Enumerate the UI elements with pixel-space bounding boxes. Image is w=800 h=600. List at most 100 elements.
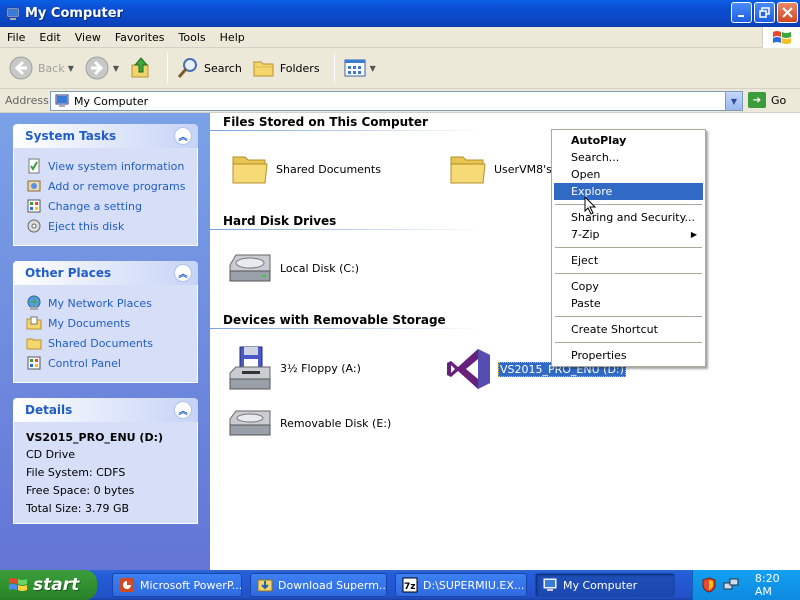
forward-dropdown-icon[interactable]: ▼	[113, 64, 119, 73]
menu-item-properties[interactable]: Properties	[554, 347, 703, 364]
collapse-chevron-icon[interactable]: ︽	[174, 127, 192, 145]
menu-help[interactable]: Help	[213, 31, 252, 44]
system-tasks-title: System Tasks	[25, 129, 117, 143]
menu-item-copy[interactable]: Copy	[554, 278, 703, 295]
windows-flag-icon	[9, 578, 27, 591]
menu-item-explore[interactable]: Explore	[554, 183, 703, 200]
back-label: Back	[38, 61, 65, 75]
change-setting-link[interactable]: Change a setting	[26, 196, 197, 216]
group-title-files-stored: Files Stored on This Computer	[223, 115, 428, 129]
address-dropdown-button[interactable]: ▼	[725, 92, 742, 110]
link-label: Eject this disk	[48, 219, 125, 233]
search-button[interactable]: Search	[174, 51, 244, 85]
folder-icon	[26, 335, 42, 351]
taskbar-item-powerpoint[interactable]: Microsoft PowerP...	[112, 573, 242, 597]
menu-item-eject[interactable]: Eject	[554, 252, 703, 269]
menu-separator	[555, 273, 702, 274]
taskbar-item-download[interactable]: Download Superm...	[250, 573, 387, 597]
visual-studio-icon	[447, 349, 490, 389]
menu-item-7zip[interactable]: 7-Zip ▶	[554, 226, 703, 243]
group-title-hard-disk-drives: Hard Disk Drives	[223, 214, 337, 228]
maximize-button[interactable]	[754, 2, 775, 23]
view-system-info-link[interactable]: View system information	[26, 156, 197, 176]
collapse-chevron-icon[interactable]: ︽	[174, 401, 192, 419]
local-disk-c-item[interactable]: Local Disk (C:)	[226, 249, 359, 287]
menu-item-autoplay[interactable]: AutoPlay	[554, 132, 703, 149]
add-remove-icon	[26, 178, 42, 194]
my-documents-link[interactable]: My Documents	[26, 313, 197, 333]
shared-documents-link[interactable]: Shared Documents	[26, 333, 197, 353]
other-places-title: Other Places	[25, 266, 112, 280]
menu-edit[interactable]: Edit	[32, 31, 67, 44]
up-folder-button[interactable]	[127, 51, 155, 85]
task-label: Download Superm...	[278, 578, 387, 592]
shared-documents-item[interactable]: Shared Documents	[230, 149, 381, 189]
collapse-chevron-icon[interactable]: ︽	[174, 264, 192, 282]
views-dropdown-icon[interactable]: ▼	[370, 64, 376, 73]
group-title-removable-storage: Devices with Removable Storage	[223, 313, 446, 327]
security-shield-icon[interactable]	[701, 577, 717, 593]
details-panel: Details ︽ VS2015_PRO_ENU (D:) CD Drive F…	[13, 398, 198, 524]
up-folder-icon	[131, 57, 149, 78]
add-remove-programs-link[interactable]: Add or remove programs	[26, 176, 197, 196]
file-view[interactable]: Files Stored on This Computer Shared Doc…	[210, 113, 800, 570]
menu-item-sharing-security[interactable]: Sharing and Security...	[554, 209, 703, 226]
details-header[interactable]: Details ︽	[13, 398, 198, 422]
link-label: Change a setting	[48, 199, 142, 213]
back-dropdown-icon[interactable]: ▼	[68, 64, 74, 73]
windows-logo-icon	[762, 27, 800, 48]
menu-favorites[interactable]: Favorites	[108, 31, 172, 44]
details-total-size: Total Size: 3.79 GB	[26, 502, 130, 515]
link-label: View system information	[48, 159, 185, 173]
group-divider	[210, 229, 481, 230]
link-label: Add or remove programs	[48, 179, 186, 193]
close-button[interactable]	[777, 2, 798, 23]
group-divider	[210, 130, 481, 131]
menu-item-create-shortcut[interactable]: Create Shortcut	[554, 321, 703, 338]
minimize-button[interactable]	[731, 2, 752, 23]
link-label: My Network Places	[48, 296, 152, 310]
control-panel-link[interactable]: Control Panel	[26, 353, 197, 373]
details-free-space: Free Space: 0 bytes	[26, 484, 135, 497]
back-button[interactable]: Back ▼	[6, 51, 76, 85]
menu-view[interactable]: View	[68, 31, 108, 44]
my-network-places-link[interactable]: My Network Places	[26, 293, 197, 313]
eject-icon	[26, 218, 42, 234]
eject-disk-link[interactable]: Eject this disk	[26, 216, 197, 236]
details-filesystem: File System: CDFS	[26, 466, 126, 479]
mouse-pointer-icon	[584, 196, 597, 215]
toolbar: Back ▼ ▼ Search Folders ▼	[0, 48, 800, 89]
menu-item-paste[interactable]: Paste	[554, 295, 703, 312]
item-label: Removable Disk (E:)	[280, 416, 392, 430]
task-label: D:\SUPERMIU.EX...	[423, 578, 525, 592]
user-documents-item[interactable]: UserVM8's D	[448, 149, 564, 189]
go-label: Go	[771, 93, 787, 107]
title-bar[interactable]: My Computer	[0, 0, 800, 27]
my-computer-icon	[543, 578, 557, 591]
menu-item-open[interactable]: Open	[554, 166, 703, 183]
menu-separator	[555, 342, 702, 343]
menu-item-search[interactable]: Search...	[554, 149, 703, 166]
floppy-a-item[interactable]: 3½ Floppy (A:)	[226, 345, 361, 391]
forward-button[interactable]: ▼	[82, 51, 121, 85]
system-tasks-header[interactable]: System Tasks ︽	[13, 124, 198, 148]
taskbar-item-my-computer[interactable]: My Computer	[535, 573, 675, 597]
views-button[interactable]: ▼	[341, 51, 378, 85]
taskbar-item-7zip[interactable]: 7z D:\SUPERMIU.EX...	[395, 573, 527, 597]
go-arrow-icon: ➔	[748, 92, 766, 108]
menu-file[interactable]: File	[0, 31, 32, 44]
7zip-icon: 7z	[402, 577, 418, 593]
menu-tools[interactable]: Tools	[172, 31, 213, 44]
menu-item-label: 7-Zip	[571, 228, 600, 241]
details-name: VS2015_PRO_ENU (D:)	[26, 431, 164, 444]
other-places-panel: Other Places ︽ My Network Places My Docu…	[13, 261, 198, 383]
folder-icon	[232, 156, 268, 184]
other-places-header[interactable]: Other Places ︽	[13, 261, 198, 285]
go-button[interactable]: ➔ Go	[748, 92, 786, 108]
address-input[interactable]: My Computer ▼	[50, 91, 743, 111]
folders-button[interactable]: Folders	[250, 51, 322, 85]
network-status-icon[interactable]	[723, 577, 739, 593]
removable-disk-e-item[interactable]: Removable Disk (E:)	[226, 405, 391, 441]
system-tray: 8:20 AM	[692, 570, 800, 600]
start-button[interactable]: start	[0, 570, 97, 600]
